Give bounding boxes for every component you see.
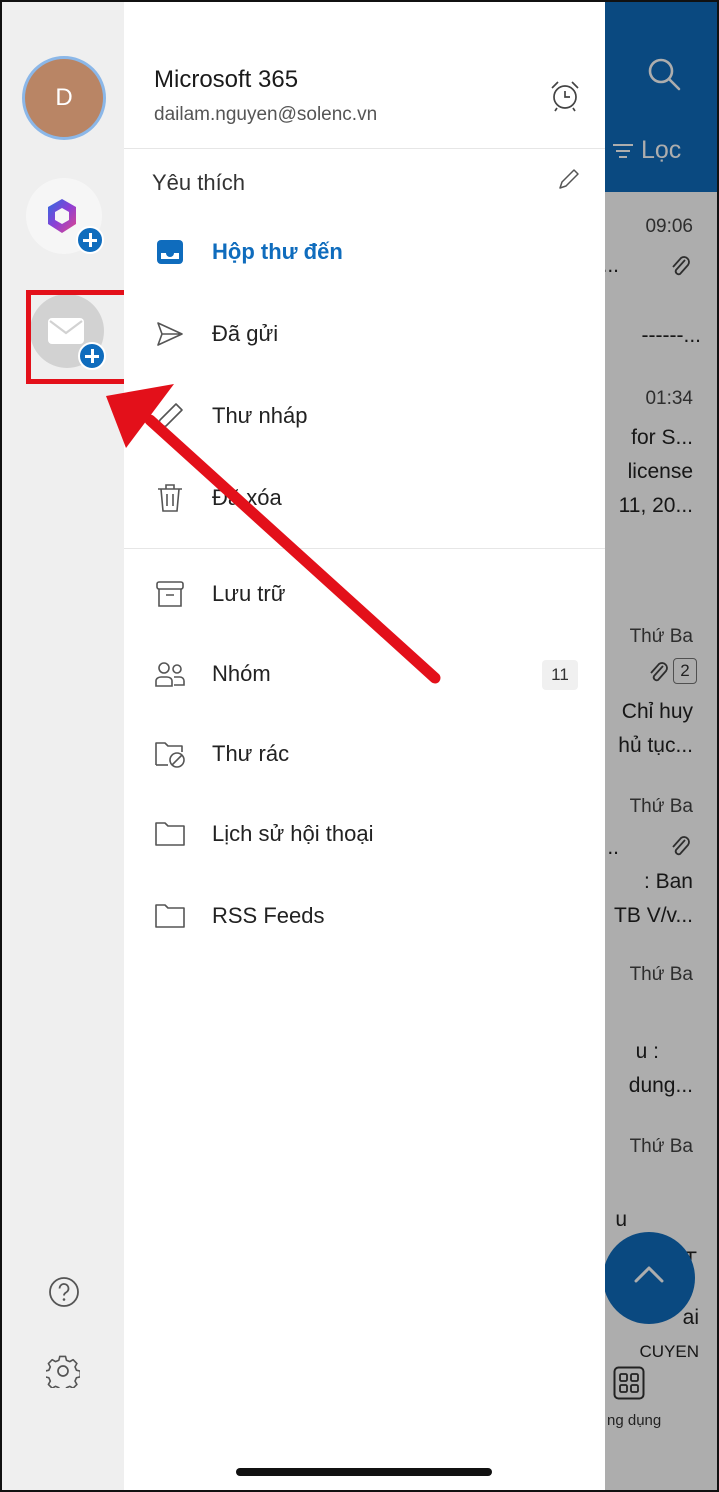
screen-frame: Lọc 09:06 ... ------... 01:34 for S... l… — [0, 0, 719, 1492]
divider — [124, 548, 605, 549]
group-icon — [152, 656, 188, 692]
folder-drafts[interactable]: Thư nháp — [124, 386, 605, 446]
unread-count-badge: 11 — [542, 660, 578, 690]
account-name: Microsoft 365 — [154, 66, 299, 93]
folder-label: RSS Feeds — [212, 903, 325, 928]
home-indicator — [236, 1468, 492, 1476]
folder-label: Lưu trữ — [212, 581, 286, 606]
folder-label: Đã gửi — [212, 321, 279, 346]
add-badge-icon — [76, 226, 104, 254]
archive-icon — [152, 576, 188, 612]
account-email: dailam.nguyen@solenc.vn — [154, 104, 378, 125]
folder-rss-feeds[interactable]: RSS Feeds — [124, 886, 605, 946]
folder-junk[interactable]: Thư rác — [124, 724, 605, 784]
microsoft365-logo-icon — [48, 199, 76, 233]
folder-drawer: Microsoft 365 dailam.nguyen@solenc.vn Yê… — [124, 2, 605, 1490]
folder-icon — [152, 898, 188, 934]
folder-sent[interactable]: Đã gửi — [124, 304, 605, 364]
folder-archive[interactable]: Lưu trữ — [124, 564, 605, 624]
inbox-icon — [152, 234, 188, 270]
alarm-clock-icon[interactable] — [550, 80, 580, 112]
account-rail: D — [2, 2, 130, 1490]
folder-conversation-history[interactable]: Lịch sử hội thoại — [124, 804, 605, 864]
help-icon[interactable] — [48, 1276, 80, 1308]
folder-label: Thư nháp — [212, 403, 308, 428]
avatar[interactable]: D — [22, 56, 106, 140]
add-microsoft365-account-button[interactable] — [26, 178, 104, 254]
junk-folder-icon — [152, 736, 188, 772]
edit-pencil-icon[interactable] — [556, 168, 580, 192]
send-icon — [152, 316, 188, 352]
trash-icon — [152, 480, 188, 516]
folder-label: Đã xóa — [212, 485, 282, 510]
dim-overlay[interactable] — [605, 2, 717, 1490]
favorites-heading: Yêu thích — [152, 170, 245, 195]
divider — [124, 148, 605, 149]
folder-label: Lịch sử hội thoại — [212, 821, 374, 846]
settings-gear-icon[interactable] — [46, 1354, 80, 1388]
folder-deleted[interactable]: Đã xóa — [124, 468, 605, 528]
folder-label: Nhóm — [212, 661, 271, 686]
draft-pencil-icon — [152, 398, 188, 434]
folder-label: Thư rác — [212, 741, 290, 766]
folder-icon — [152, 816, 188, 852]
folder-inbox[interactable]: Hộp thư đến — [124, 222, 605, 282]
folder-label: Hộp thư đến — [212, 239, 343, 264]
folder-groups[interactable]: Nhóm 11 — [124, 644, 605, 704]
annotation-highlight-box — [26, 290, 130, 384]
